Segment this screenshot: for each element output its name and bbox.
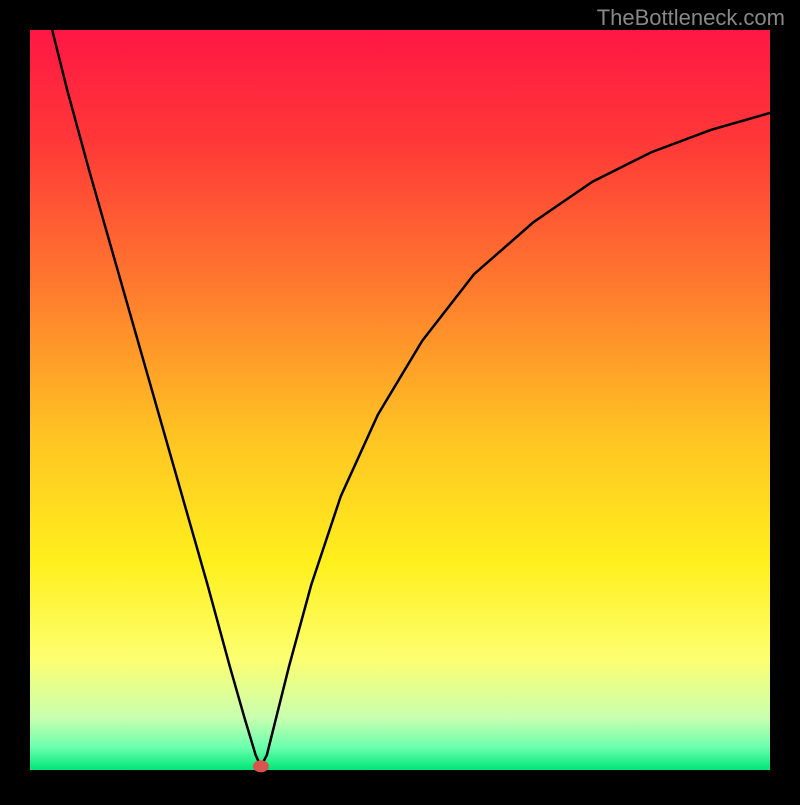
chart-svg: [0, 0, 800, 800]
optimum-marker: [253, 760, 269, 772]
watermark-text: TheBottleneck.com: [597, 5, 785, 31]
plot-background: [30, 30, 770, 770]
chart-container: [0, 0, 800, 800]
